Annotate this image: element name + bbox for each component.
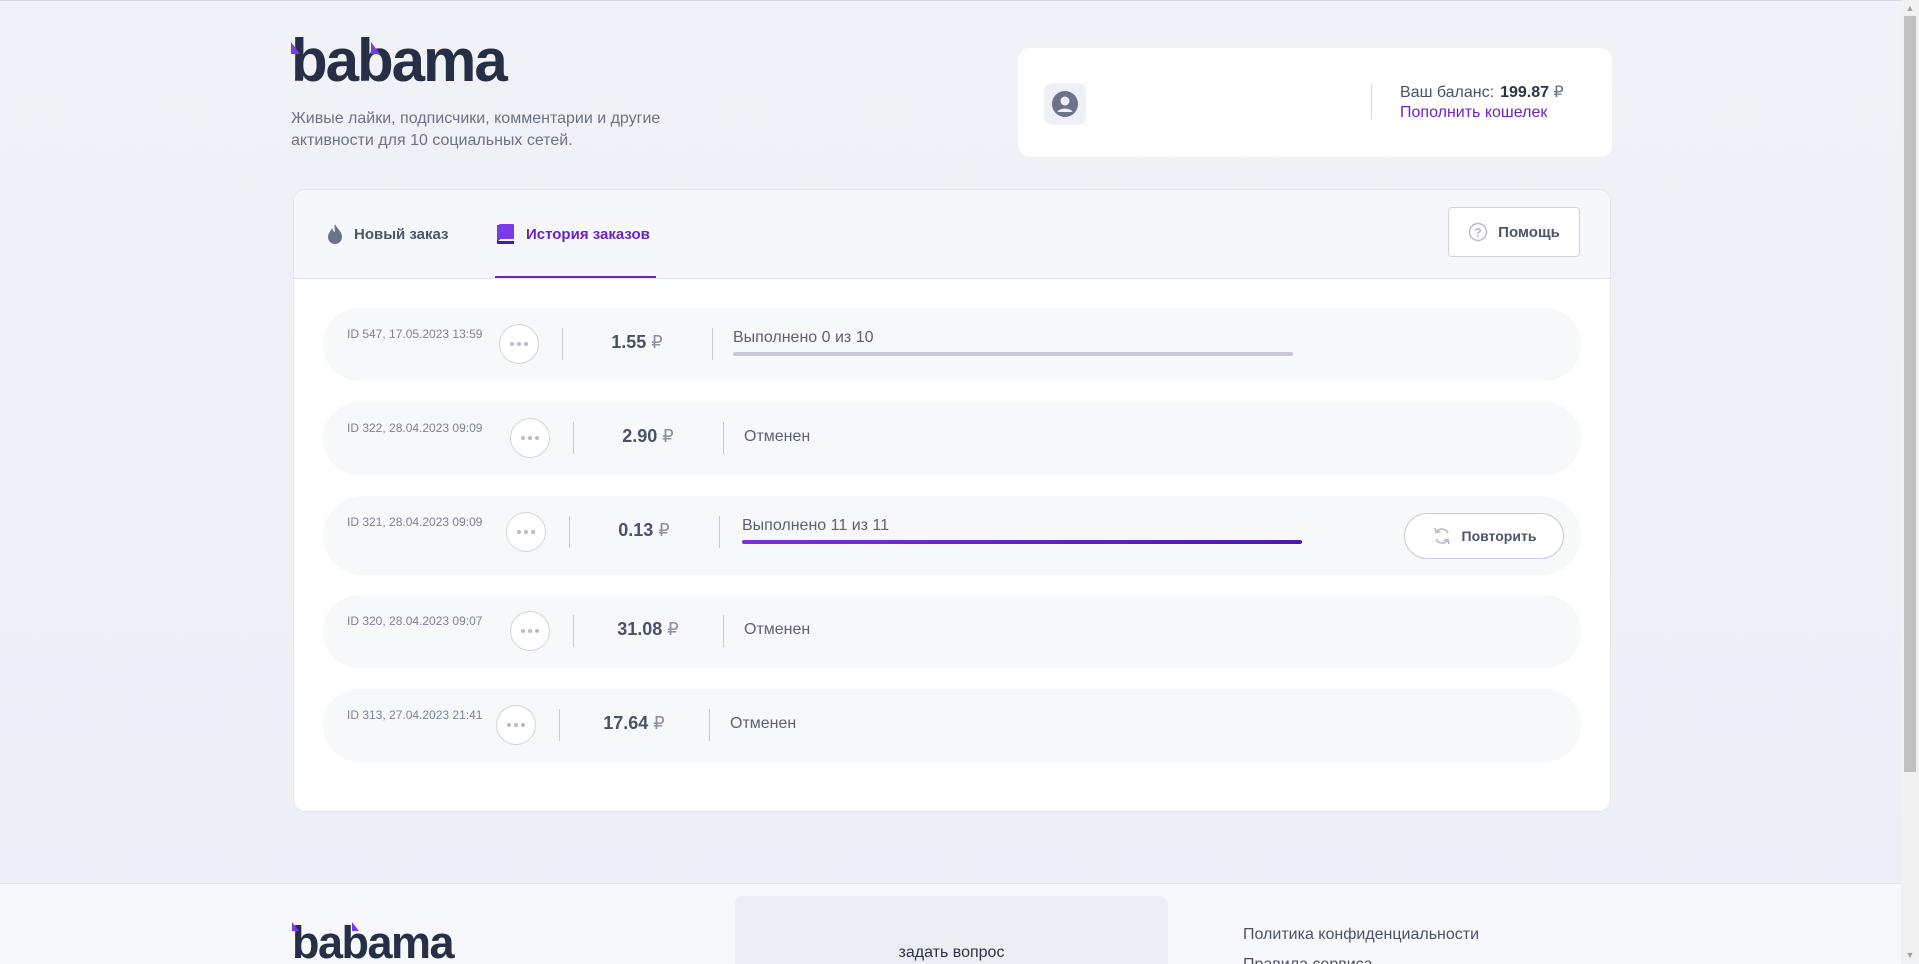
- order-row: ID 313, 27.04.2023 21:41 17.64 ₽ Отменен: [323, 689, 1581, 762]
- row-divider: [569, 516, 570, 548]
- row-divider: [559, 709, 560, 741]
- row-divider: [723, 422, 724, 454]
- dot-icon: [521, 629, 525, 633]
- repeat-order-label: Повторить: [1461, 528, 1537, 544]
- more-options-button[interactable]: [506, 512, 546, 552]
- dot-icon: [524, 530, 528, 534]
- order-row: ID 322, 28.04.2023 09:09 2.90 ₽ Отменен: [323, 402, 1581, 475]
- help-button[interactable]: ? Помощь: [1448, 207, 1580, 257]
- footer-logo-text: babama: [292, 917, 455, 964]
- tab-new-order-label: Новый заказ: [354, 225, 449, 243]
- avatar[interactable]: [1044, 83, 1086, 125]
- active-tab-indicator: [495, 276, 656, 278]
- more-options-button[interactable]: [496, 705, 536, 745]
- footer-logo[interactable]: babama: [292, 917, 455, 964]
- top-border: [0, 0, 1901, 1]
- service-rules-link[interactable]: Правила сервиса: [1243, 950, 1479, 964]
- dot-icon: [521, 436, 525, 440]
- dot-icon: [524, 342, 528, 346]
- order-status: Отменен: [744, 428, 811, 445]
- order-price: 31.08 ₽: [617, 619, 679, 639]
- dot-icon: [521, 723, 525, 727]
- order-status: Выполнено 0 из 10: [733, 329, 874, 346]
- logo[interactable]: babama: [291, 27, 508, 94]
- tab-order-history-label: История заказов: [526, 225, 650, 243]
- row-divider: [712, 328, 713, 360]
- order-id: ID 313, 27.04.2023 21:41: [347, 708, 483, 722]
- more-options-button[interactable]: [510, 611, 550, 651]
- order-status: Отменен: [730, 715, 797, 732]
- row-divider: [719, 516, 720, 548]
- tagline: Живые лайки, подписчики, комментарии и д…: [291, 110, 661, 149]
- dot-icon: [535, 629, 539, 633]
- order-price: 1.55 ₽: [611, 332, 663, 352]
- dot-icon: [507, 723, 511, 727]
- order-price: 2.90 ₽: [622, 426, 674, 446]
- order-id: ID 321, 28.04.2023 09:09: [347, 515, 483, 529]
- dot-icon: [510, 342, 514, 346]
- row-divider: [573, 422, 574, 454]
- page-scrollbar[interactable]: ▲ ▼: [1901, 0, 1919, 963]
- book-icon: [496, 223, 516, 245]
- row-divider: [562, 328, 563, 360]
- order-row: ID 547, 17.05.2023 13:59 1.55 ₽ Выполнен…: [323, 308, 1581, 381]
- scroll-up-icon[interactable]: ▲: [1901, 0, 1919, 16]
- tab-order-history[interactable]: История заказов: [496, 190, 650, 278]
- repeat-order-button[interactable]: Повторить: [1404, 513, 1564, 559]
- order-id: ID 547, 17.05.2023 13:59: [347, 327, 483, 341]
- balance-info: Ваш баланс: 199.87 ₽: [1400, 82, 1564, 102]
- logo-text: babama: [291, 27, 508, 94]
- order-status: Отменен: [744, 621, 811, 638]
- help-button-label: Помощь: [1498, 223, 1560, 241]
- svg-text:?: ?: [1474, 226, 1481, 240]
- dot-icon: [517, 342, 521, 346]
- row-divider: [723, 615, 724, 647]
- dot-icon: [528, 629, 532, 633]
- footer: babama задать вопрос Политика конфиденци…: [0, 883, 1901, 964]
- order-id: ID 322, 28.04.2023 09:09: [347, 421, 483, 435]
- order-row: ID 321, 28.04.2023 09:09 0.13 ₽ Выполнен…: [323, 496, 1581, 575]
- ask-question-label: задать вопрос: [898, 944, 1005, 961]
- refresh-icon: [1432, 526, 1452, 546]
- orders-panel: Новый заказ История заказов ? Помощь ID …: [293, 189, 1611, 812]
- dot-icon: [531, 530, 535, 534]
- user-circle-icon: [1052, 91, 1078, 117]
- order-progress-fill: [742, 540, 1302, 544]
- dot-icon: [535, 436, 539, 440]
- order-progress-bar: [742, 540, 1302, 544]
- ask-question-box[interactable]: задать вопрос: [735, 896, 1168, 964]
- footer-links: Политика конфиденциальности Правила серв…: [1243, 920, 1479, 964]
- more-options-button[interactable]: [510, 418, 550, 458]
- more-options-button[interactable]: [499, 324, 539, 364]
- order-status: Выполнено 11 из 11: [742, 517, 890, 534]
- order-row: ID 320, 28.04.2023 09:07 31.08 ₽ Отменен: [323, 595, 1581, 668]
- topup-wallet-link[interactable]: Пополнить кошелек: [1400, 104, 1547, 122]
- row-divider: [573, 615, 574, 647]
- tab-new-order[interactable]: Новый заказ: [326, 190, 449, 278]
- tabs-bar: Новый заказ История заказов ? Помощь: [294, 190, 1610, 279]
- order-price: 17.64 ₽: [603, 713, 665, 733]
- balance-divider: [1371, 85, 1372, 119]
- dot-icon: [528, 436, 532, 440]
- row-divider: [709, 709, 710, 741]
- flame-icon: [326, 223, 344, 245]
- balance-amount: 199.87 ₽: [1500, 84, 1564, 101]
- question-circle-icon: ?: [1468, 222, 1488, 242]
- balance-label: Ваш баланс:: [1400, 84, 1495, 101]
- order-price: 0.13 ₽: [618, 520, 670, 540]
- scroll-down-icon[interactable]: ▼: [1901, 947, 1919, 963]
- scroll-thumb[interactable]: [1904, 16, 1916, 772]
- order-id: ID 320, 28.04.2023 09:07: [347, 614, 483, 628]
- privacy-policy-link[interactable]: Политика конфиденциальности: [1243, 920, 1479, 950]
- order-progress-bar: [733, 352, 1293, 356]
- dot-icon: [514, 723, 518, 727]
- balance-card: Ваш баланс: 199.87 ₽ Пополнить кошелек: [1018, 48, 1612, 157]
- dot-icon: [517, 530, 521, 534]
